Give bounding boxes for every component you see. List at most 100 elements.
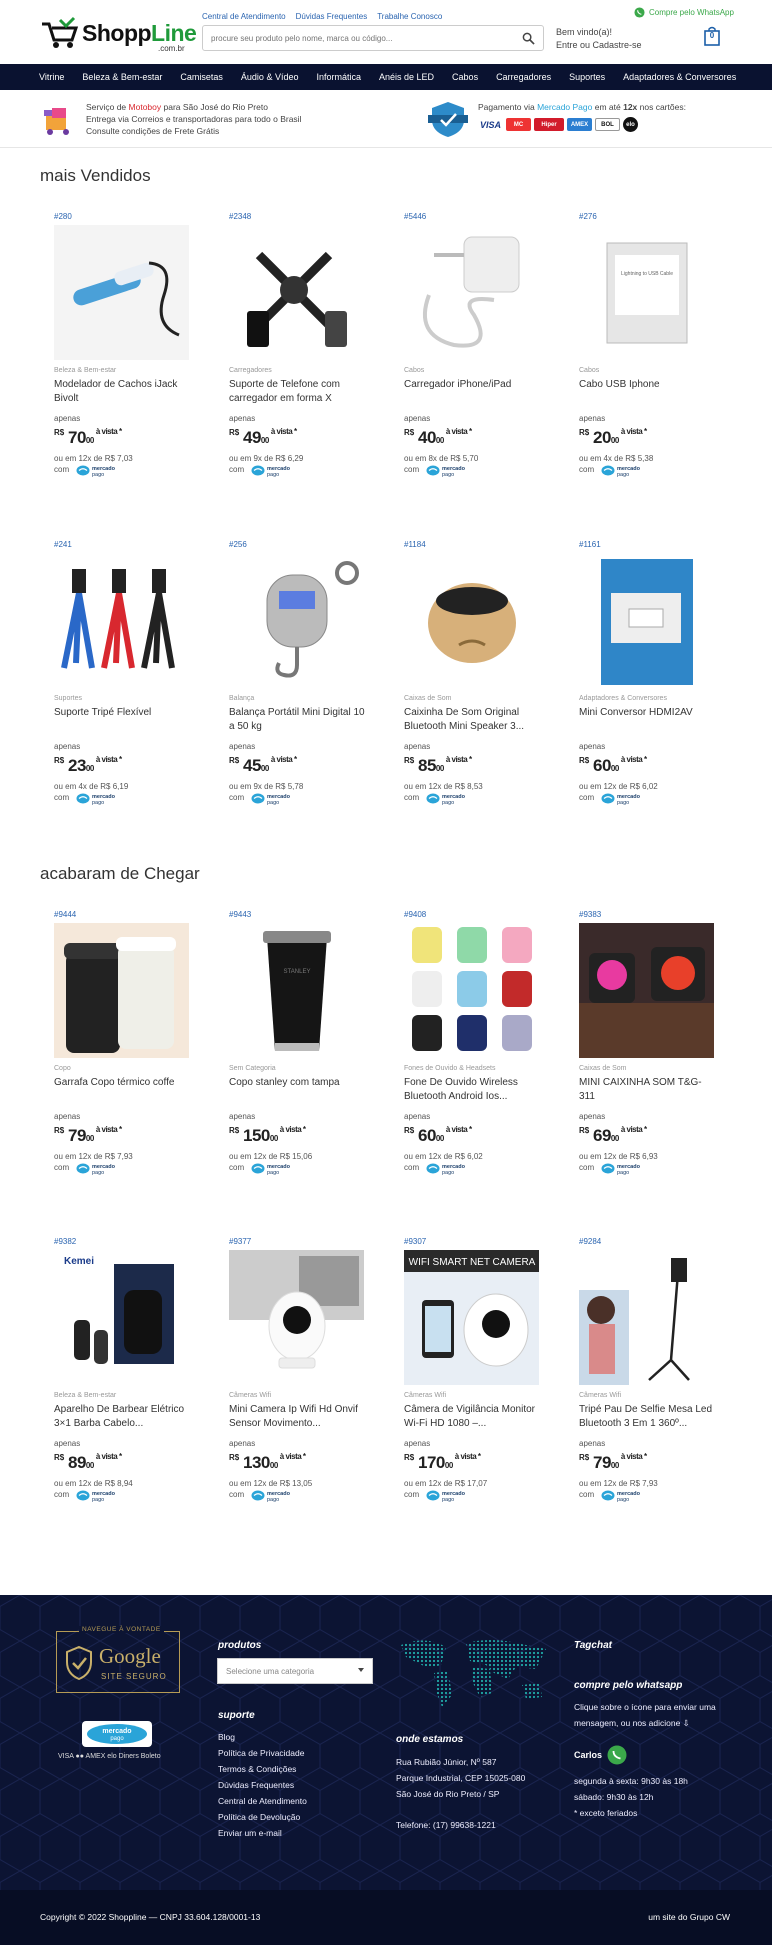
product-card[interactable]: #1161 Adaptadores & Conversores Mini Conve… xyxy=(565,540,715,830)
product-card[interactable]: #1184 Caixas de Som Caixinha De Som Origin… xyxy=(390,540,540,830)
footer-link-duvidas[interactable]: Dúvidas Frequentes xyxy=(218,1777,307,1793)
product-image[interactable] xyxy=(54,923,189,1058)
product-price: R$ 8900à vista * xyxy=(54,1452,122,1472)
product-image[interactable] xyxy=(229,1250,364,1385)
payment-with-label: com xyxy=(579,465,595,474)
product-card[interactable]: #2348 Carregadores Suporte de Telefone com… xyxy=(215,212,365,502)
nav-item-beleza[interactable]: Beleza & Bem-estar xyxy=(73,72,171,82)
product-name[interactable]: Caixinha De Som Original Bluetooth Mini … xyxy=(404,706,542,734)
product-card[interactable]: #9377 Câmeras Wifi Mini Camera Ip Wifi Hd … xyxy=(215,1237,365,1527)
footer-link-blog[interactable]: Blog xyxy=(218,1729,307,1745)
product-name[interactable]: Tripé Pau De Selfie Mesa Led Bluetooth 3… xyxy=(579,1403,717,1431)
category-select[interactable]: Selecione uma categoria xyxy=(217,1658,373,1684)
product-card[interactable]: #9408 Fones de Ouvido & Headsets Fone De O… xyxy=(390,910,540,1200)
product-name[interactable]: Modelador de Cachos iJack Bivolt xyxy=(54,378,192,406)
product-card[interactable]: #9307 WIFI SMART NET CAMERA Câmeras Wifi Câ… xyxy=(390,1237,540,1527)
product-image[interactable]: Lightning to USB Cable xyxy=(579,225,714,360)
product-name[interactable]: Balança Portátil Mini Digital 10 a 50 kg xyxy=(229,706,367,734)
product-image[interactable] xyxy=(229,225,364,360)
mercadopago-icon: mercadopago xyxy=(251,793,291,805)
product-name[interactable]: Mini Camera Ip Wifi Hd Onvif Sensor Movi… xyxy=(229,1403,367,1431)
product-image[interactable]: Kemei xyxy=(54,1250,189,1385)
product-name[interactable]: Suporte de Telefone com carregador em fo… xyxy=(229,378,367,406)
product-image[interactable] xyxy=(579,923,714,1058)
nav-item-camisetas[interactable]: Camisetas xyxy=(171,72,232,82)
footer-link-devolucao[interactable]: Política de Devolução xyxy=(218,1809,307,1825)
whatsapp-link[interactable]: Compre pelo WhatsApp xyxy=(634,7,734,18)
nav-item-aneis-led[interactable]: Anéis de LED xyxy=(370,72,443,82)
product-name[interactable]: Carregador iPhone/iPad xyxy=(404,378,542,406)
product-name[interactable]: Aparelho De Barbear Elétrico 3×1 Barba C… xyxy=(54,1403,192,1431)
amex-icon: AMEX xyxy=(567,118,592,131)
payment-with-label: com xyxy=(404,1490,420,1499)
login-link[interactable]: Entre ou Cadastre-se xyxy=(556,39,642,52)
mercadopago-icon: mercadopago xyxy=(76,465,116,477)
product-card[interactable]: #256 Balança Balança Portátil Mini Digital… xyxy=(215,540,365,830)
nav-item-vitrine[interactable]: Vitrine xyxy=(30,72,73,82)
product-card[interactable]: #5446 Cabos Carregador iPhone/iPad apenas R$… xyxy=(390,212,540,502)
product-name[interactable]: Câmera de Vigilância Monitor Wi-Fi HD 10… xyxy=(404,1403,542,1431)
product-name[interactable]: Copo stanley com tampa xyxy=(229,1076,367,1104)
footer-link-termos[interactable]: Termos & Condições xyxy=(218,1761,307,1777)
product-name[interactable]: MINI CAIXINHA SOM T&G-311 xyxy=(579,1076,717,1104)
nav-item-audio-video[interactable]: Áudio & Vídeo xyxy=(232,72,308,82)
product-name[interactable]: Mini Conversor HDMI2AV xyxy=(579,706,717,734)
footer-link-email[interactable]: Enviar um e-mail xyxy=(218,1825,307,1841)
product-card[interactable]: #9284 Câmeras Wifi Tripé Pau De Selfie Mes… xyxy=(565,1237,715,1527)
product-image[interactable] xyxy=(54,553,189,688)
product-card[interactable]: #9443 STANLEY Sem Categoria Copo stanley co… xyxy=(215,910,365,1200)
shoppline-logo[interactable]: ShoppLine .com.br xyxy=(40,14,197,53)
product-image[interactable] xyxy=(404,553,539,688)
product-image[interactable]: WIFI SMART NET CAMERA xyxy=(404,1250,539,1385)
product-name[interactable]: Garrafa Copo térmico coffe xyxy=(54,1076,192,1104)
product-image[interactable] xyxy=(404,923,539,1058)
product-image[interactable] xyxy=(54,225,189,360)
nav-item-cabos[interactable]: Cabos xyxy=(443,72,487,82)
brand-name: ShoppLine xyxy=(82,20,197,46)
shield-check-icon xyxy=(66,1646,92,1680)
top-link-atendimento[interactable]: Central de Atendimento xyxy=(202,12,286,21)
whatsapp-contact-carlos[interactable]: Carlos xyxy=(574,1745,627,1765)
payment-with-label: com xyxy=(54,465,70,474)
product-name[interactable]: Fone De Ouvido Wireless Bluetooth Androi… xyxy=(404,1076,542,1104)
product-image[interactable] xyxy=(229,553,364,688)
mercadopago-icon: mercadopago xyxy=(251,1163,291,1175)
product-image[interactable] xyxy=(579,1250,714,1385)
account-area[interactable]: Bem vindo(a)! Entre ou Cadastre-se xyxy=(556,26,642,52)
product-image[interactable]: STANLEY xyxy=(229,923,364,1058)
product-card[interactable]: #276 Lightning to USB Cable Cabos Cabo USB … xyxy=(565,212,715,502)
motoboy-text: Motoboy xyxy=(128,102,162,112)
group-credit[interactable]: um site do Grupo CW xyxy=(648,1912,730,1922)
product-card[interactable]: #9382 Kemei Beleza & Bem-estar Aparelho De … xyxy=(40,1237,190,1527)
product-installments: ou em 8x de R$ 5,70 xyxy=(404,454,479,463)
footer-link-privacidade[interactable]: Política de Privacidade xyxy=(218,1745,307,1761)
product-image[interactable] xyxy=(579,553,714,688)
product-price: R$ 4000à vista * xyxy=(404,427,472,447)
search-icon[interactable] xyxy=(522,32,535,45)
svg-text:Lightning to USB Cable: Lightning to USB Cable xyxy=(621,271,673,277)
top-link-duvidas[interactable]: Dúvidas Frequentes xyxy=(296,12,368,21)
product-price: R$ 8500à vista * xyxy=(404,755,472,775)
mercadopago-icon: mercadopago xyxy=(601,1490,641,1502)
product-name[interactable]: Cabo USB Iphone xyxy=(579,378,717,406)
search-input[interactable] xyxy=(211,31,511,46)
product-installments: ou em 9x de R$ 6,29 xyxy=(229,454,304,463)
product-sku: #9444 xyxy=(54,910,77,919)
cart-button[interactable]: 0 xyxy=(704,26,720,46)
product-name[interactable]: Suporte Tripé Flexível xyxy=(54,706,192,734)
product-card[interactable]: #241 Suportes Suporte Tripé Flexível apenas… xyxy=(40,540,190,830)
product-card[interactable]: #9383 Caixas de Som MINI CAIXINHA SOM T&G-… xyxy=(565,910,715,1200)
nav-item-adaptadores[interactable]: Adaptadores & Conversores xyxy=(614,72,745,82)
product-card[interactable]: #280 Beleza & Bem-estar Modelador de Cacho… xyxy=(40,212,190,502)
product-card[interactable]: #9444 Copo Garrafa Copo térmico coffe apena… xyxy=(40,910,190,1200)
product-price: R$ 7000à vista * xyxy=(54,427,122,447)
price-prefix: apenas xyxy=(579,1439,606,1448)
mercadopago-icon: mercadopago xyxy=(601,793,641,805)
footer-link-atendimento[interactable]: Central de Atendimento xyxy=(218,1793,307,1809)
nav-item-suportes[interactable]: Suportes xyxy=(560,72,614,82)
nav-item-informatica[interactable]: Informática xyxy=(307,72,370,82)
product-image[interactable] xyxy=(404,225,539,360)
product-category: Copo xyxy=(54,1065,71,1072)
nav-item-carregadores[interactable]: Carregadores xyxy=(487,72,560,82)
top-link-trabalhe[interactable]: Trabalhe Conosco xyxy=(377,12,442,21)
